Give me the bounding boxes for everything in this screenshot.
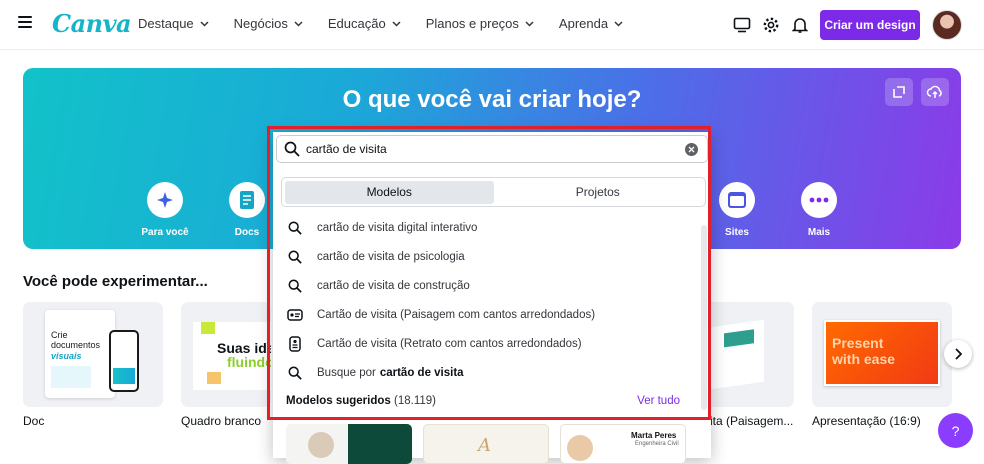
- chevron-right-icon: [955, 348, 962, 360]
- chevron-down-icon: [294, 20, 303, 27]
- search-icon: [288, 279, 302, 293]
- search-tabs: Modelos Projetos: [281, 177, 706, 207]
- category-sites[interactable]: Sites: [707, 182, 767, 238]
- suggestion-item[interactable]: Cartão de visita (Paisagem com cantos ar…: [273, 300, 698, 329]
- phone-thumbnail: [109, 330, 139, 392]
- search-icon: [288, 250, 302, 264]
- card-label: Doc: [23, 414, 45, 428]
- template-thumbnail[interactable]: [286, 424, 412, 464]
- category-para-voce[interactable]: Para você: [135, 182, 195, 238]
- card-label: Apresentação (16:9): [812, 414, 921, 428]
- suggested-models-header: Modelos sugeridos (18.119) Ver tudo: [286, 395, 680, 407]
- suggestion-list: cartão de visita digital interativo cart…: [273, 213, 698, 387]
- main-nav: Destaque Negócios Educação Planos e preç…: [138, 16, 648, 31]
- dropdown-scrollbar[interactable]: [701, 225, 707, 410]
- canva-logo[interactable]: Canva: [52, 9, 132, 38]
- card-label: Quadro branco: [181, 414, 262, 428]
- portrait-card-icon: [289, 335, 301, 352]
- see-all-link[interactable]: Ver tudo: [637, 395, 680, 407]
- tab-modelos[interactable]: Modelos: [285, 180, 494, 204]
- chevron-down-icon: [392, 20, 401, 27]
- cloud-upload-icon: [926, 85, 942, 98]
- card-doc[interactable]: Crie documentos visuais: [23, 302, 163, 407]
- search-icon: [288, 221, 302, 235]
- help-button[interactable]: ?: [938, 413, 973, 448]
- nav-item-aprenda[interactable]: Aprenda: [559, 16, 623, 31]
- search-icon: [284, 141, 300, 157]
- suggestion-item[interactable]: cartão de visita digital interativo: [273, 213, 698, 242]
- tab-projetos[interactable]: Projetos: [494, 181, 703, 204]
- upload-button[interactable]: [921, 78, 949, 106]
- nav-item-educacao[interactable]: Educação: [328, 16, 401, 31]
- top-icons: [732, 15, 819, 35]
- landscape-card-icon: [287, 308, 303, 321]
- nav-item-negocios[interactable]: Negócios: [234, 16, 303, 31]
- section-title: Você pode experimentar...: [23, 273, 208, 290]
- create-design-button[interactable]: Criar um design: [820, 10, 920, 40]
- suggestion-item[interactable]: cartão de visita de psicologia: [273, 242, 698, 271]
- search-input[interactable]: [306, 142, 676, 156]
- bell-icon[interactable]: [790, 15, 810, 35]
- doc-icon: [240, 191, 254, 209]
- avatar[interactable]: [932, 10, 962, 40]
- nav-item-planos[interactable]: Planos e preços: [426, 16, 534, 31]
- search-icon: [288, 366, 302, 380]
- chevron-down-icon: [525, 20, 534, 27]
- category-mais[interactable]: Mais: [789, 182, 849, 238]
- card-presentation[interactable]: Present with ease: [812, 302, 952, 407]
- hero-title: O que você vai criar hoje?: [342, 86, 642, 113]
- card-label: sita (Paisagem...: [704, 414, 794, 428]
- dots-icon: [809, 197, 829, 203]
- category-docs[interactable]: Docs: [217, 182, 277, 238]
- suggestion-item[interactable]: Cartão de visita (Retrato com cantos arr…: [273, 329, 698, 358]
- sparkle-icon: [157, 192, 173, 208]
- chevron-down-icon: [200, 20, 209, 27]
- template-thumbnail[interactable]: Marta Peres Engenheira Civil: [560, 424, 686, 464]
- doc-thumbnail: Crie documentos visuais: [45, 310, 115, 398]
- browser-icon: [728, 192, 746, 208]
- gear-icon[interactable]: [761, 15, 781, 35]
- top-bar: Canva Destaque Negócios Educação Planos …: [0, 0, 984, 50]
- card-business-card[interactable]: [704, 302, 794, 407]
- clear-search-icon[interactable]: [685, 143, 698, 156]
- monitor-icon[interactable]: [732, 15, 752, 35]
- suggestion-item[interactable]: cartão de visita de construção: [273, 271, 698, 300]
- presentation-thumbnail: Present with ease: [824, 320, 940, 386]
- menu-icon[interactable]: [18, 16, 32, 30]
- carousel-next-button[interactable]: [944, 340, 972, 368]
- search-for-item[interactable]: Busque por cartão de visita: [273, 358, 698, 387]
- business-card-thumbnail: [704, 319, 764, 391]
- search-box[interactable]: [276, 135, 708, 163]
- chevron-down-icon: [614, 20, 623, 27]
- custom-size-button[interactable]: [885, 78, 913, 106]
- template-thumbnail[interactable]: A: [423, 424, 549, 464]
- card-whiteboard[interactable]: Suas ideias fluindo: [181, 302, 271, 407]
- whiteboard-thumbnail: Suas ideias fluindo: [193, 322, 271, 390]
- resize-icon: [893, 86, 905, 98]
- nav-item-destaque[interactable]: Destaque: [138, 16, 209, 31]
